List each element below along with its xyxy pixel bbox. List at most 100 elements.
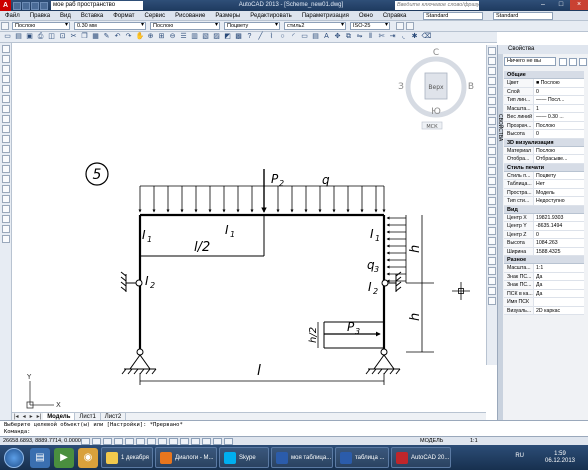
property-value[interactable] — [534, 298, 584, 306]
osnap-toggle[interactable] — [136, 437, 145, 445]
explorer-pin-icon[interactable]: ▤ — [30, 447, 50, 468]
snap-center-icon[interactable] — [488, 237, 496, 245]
linetype-select[interactable]: Послою — [150, 22, 220, 30]
property-value[interactable]: 19821.9303 — [534, 213, 584, 221]
property-row[interactable]: Тип сти... Недоступно — [504, 197, 584, 206]
trim-icon[interactable]: ✄ — [378, 33, 386, 41]
property-value[interactable]: Да — [534, 272, 584, 280]
command-prompt[interactable]: Команда: — [4, 429, 31, 436]
plotstyle-select[interactable]: Поцвету — [224, 22, 280, 30]
snap-quadrant-icon[interactable] — [488, 297, 496, 305]
snap-endpoint-icon[interactable] — [488, 207, 496, 215]
ellipse-arc-tool-icon[interactable] — [2, 145, 10, 153]
revcloud-tool-icon[interactable] — [2, 115, 10, 123]
insert-block-tool-icon[interactable] — [2, 155, 10, 163]
zoom-realtime-icon[interactable]: ⊕ — [147, 33, 155, 41]
layer-manager-icon[interactable] — [1, 22, 9, 30]
ducs-toggle[interactable] — [169, 437, 178, 445]
task-skype[interactable]: Skype — [219, 447, 269, 468]
mtext-tool-icon[interactable] — [2, 225, 10, 233]
gradient-tool-icon[interactable] — [2, 195, 10, 203]
toggle-pickadd-icon[interactable] — [559, 58, 567, 66]
arc-tool-icon[interactable] — [2, 95, 10, 103]
pan-icon[interactable]: ✋ — [136, 33, 145, 41]
array-tool-icon[interactable] — [488, 87, 496, 95]
undo-arrow-icon[interactable]: ↶ — [114, 33, 122, 41]
polar-toggle[interactable] — [125, 437, 134, 445]
tab-nav-next-icon[interactable]: ▸ — [28, 413, 35, 420]
open-icon[interactable]: ▤ — [15, 33, 23, 41]
property-value[interactable]: 1:1 — [534, 264, 584, 272]
property-value[interactable]: -8635.1494 — [534, 222, 584, 230]
preview-icon[interactable]: ◫ — [48, 33, 56, 41]
move-icon[interactable]: ✥ — [334, 33, 342, 41]
fillet-tool-icon[interactable] — [488, 187, 496, 195]
property-value[interactable]: Послою — [534, 146, 584, 154]
property-value[interactable]: Послою — [534, 121, 584, 129]
property-row[interactable]: Визуаль... 2D каркас — [504, 306, 584, 315]
circle-tool-icon[interactable] — [2, 105, 10, 113]
task-firefox[interactable]: Диалоги - M... — [155, 447, 217, 468]
explode-tool-icon[interactable] — [488, 197, 496, 205]
tool-palettes-icon[interactable]: ▧ — [202, 33, 210, 41]
property-value[interactable]: 1 — [534, 104, 584, 112]
property-value[interactable]: Да — [534, 281, 584, 289]
menu-window[interactable]: Окно — [354, 11, 378, 21]
task-word-2[interactable]: таблица ... — [335, 447, 389, 468]
menu-edit[interactable]: Правка — [25, 11, 55, 21]
property-row[interactable]: Масшта... 1:1 — [504, 264, 584, 273]
chrome-pin-icon[interactable]: ◉ — [78, 447, 98, 468]
quick-select-icon[interactable] — [579, 58, 587, 66]
help-icon[interactable]: ? — [246, 33, 254, 41]
copy-object-icon[interactable]: ⧉ — [345, 33, 353, 41]
menu-tools[interactable]: Сервис — [140, 11, 171, 21]
save-icon[interactable]: ▣ — [26, 33, 34, 41]
snap-nearest-icon[interactable] — [488, 257, 496, 265]
property-row[interactable]: Прозрач... Послою — [504, 121, 584, 130]
spline-tool-icon[interactable] — [2, 125, 10, 133]
property-value[interactable]: Нет — [534, 180, 584, 188]
lineweight-select[interactable]: 0.30 мм — [74, 22, 146, 30]
zoom-previous-icon[interactable]: ⊖ — [169, 33, 177, 41]
properties-section-header[interactable]: Разное — [504, 256, 584, 264]
property-row[interactable]: Простра... Модель — [504, 188, 584, 197]
menu-view[interactable]: Вид — [55, 11, 76, 21]
mirror-icon[interactable]: ⇋ — [356, 33, 364, 41]
ortho-toggle[interactable] — [114, 437, 123, 445]
property-value[interactable]: 0 — [534, 130, 584, 138]
property-value[interactable]: Поцвету — [534, 171, 584, 179]
break-tool-icon[interactable] — [488, 157, 496, 165]
property-value[interactable]: ■ Послою — [534, 79, 584, 87]
sc-toggle[interactable] — [224, 437, 233, 445]
calculator-icon[interactable]: ▩ — [235, 33, 243, 41]
property-value[interactable]: Да — [534, 289, 584, 297]
text-style-select[interactable]: Standard — [423, 12, 483, 20]
menu-draw[interactable]: Рисование — [170, 11, 210, 21]
material-select[interactable]: стиль2 — [284, 22, 346, 30]
property-row[interactable]: Высота 1084.263 — [504, 239, 584, 248]
offset-tool-icon[interactable] — [488, 77, 496, 85]
scale-tool-icon[interactable] — [488, 117, 496, 125]
property-row[interactable]: Стиль п... Поцвету — [504, 171, 584, 180]
property-row[interactable]: Вес линий —— 0.30 ... — [504, 113, 584, 122]
design-center-icon[interactable]: ▥ — [191, 33, 199, 41]
property-row[interactable]: Знак ПС... Да — [504, 272, 584, 281]
xline-tool-icon[interactable] — [2, 55, 10, 63]
join-tool-icon[interactable] — [488, 167, 496, 175]
menu-parametric[interactable]: Параметризация — [297, 11, 354, 21]
property-row[interactable]: Центр Y -8635.1494 — [504, 222, 584, 231]
menu-help[interactable]: Справка — [378, 11, 412, 21]
command-line[interactable]: Выберите целевой объект(ы) или [Настройк… — [0, 420, 588, 436]
properties-section-header[interactable]: Вид — [504, 205, 584, 214]
line-icon[interactable]: ╱ — [257, 33, 265, 41]
snap-toggle[interactable] — [92, 437, 101, 445]
select-objects-icon[interactable] — [569, 58, 577, 66]
redo-arrow-icon[interactable]: ↷ — [125, 33, 133, 41]
system-clock[interactable]: 1:59 06.12.2013 — [532, 445, 588, 470]
move-tool-icon[interactable] — [488, 97, 496, 105]
menu-insert[interactable]: Вставка — [76, 11, 108, 21]
hatch-icon[interactable]: ▤ — [312, 33, 320, 41]
rectangle-tool-icon[interactable] — [2, 85, 10, 93]
property-value[interactable]: 1084.263 — [534, 239, 584, 247]
circle-icon[interactable]: ○ — [279, 33, 287, 41]
